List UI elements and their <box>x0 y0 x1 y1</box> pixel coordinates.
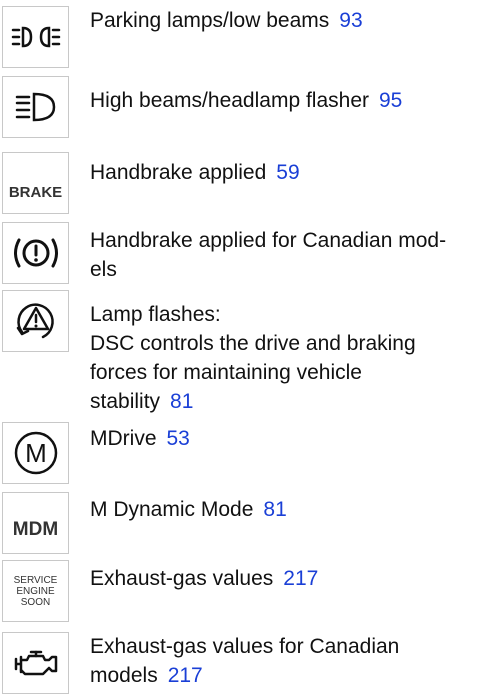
entry-text-line1: Exhaust-gas values for Canadian <box>90 635 400 658</box>
icon-text-line3: SOON <box>20 596 51 608</box>
page-link[interactable]: 53 <box>167 427 190 450</box>
entry-text: Parking lamps/low beams <box>90 9 330 32</box>
entry-text: Handbrake applied <box>90 161 267 184</box>
brake-text-icon: BRAKE <box>2 152 69 214</box>
icon-text-line1: SERVICE <box>13 574 58 586</box>
parking-lamps-icon <box>2 6 69 68</box>
entry-text-line4: stability <box>90 390 161 413</box>
page-link[interactable]: 81 <box>170 390 193 413</box>
mdm-icon-text: MDM <box>12 519 59 540</box>
page-link[interactable]: 59 <box>276 161 299 184</box>
mdrive-icon-letter: M <box>25 438 47 468</box>
brake-warning-icon <box>2 222 69 284</box>
high-beams-icon <box>2 76 69 138</box>
service-engine-soon-icon: SERVICE ENGINE SOON <box>2 560 69 622</box>
icon-text-line2: ENGINE <box>16 585 55 597</box>
entry-text-line2: models <box>90 664 158 687</box>
entry-text: M Dynamic Mode <box>90 498 254 521</box>
entry-text-line2: DSC controls the drive and braking <box>90 332 416 355</box>
check-engine-icon <box>2 632 69 694</box>
page-link[interactable]: 81 <box>263 498 286 521</box>
entry-text: High beams/headlamp flasher <box>90 89 369 112</box>
page-link[interactable]: 93 <box>339 9 362 32</box>
entry-text-line2: els <box>90 258 117 281</box>
entry-text-line3: forces for maintaining vehicle <box>90 361 362 384</box>
entry-text: MDrive <box>90 427 157 450</box>
brake-icon-text: BRAKE <box>8 183 63 201</box>
page-link[interactable]: 217 <box>168 664 203 687</box>
entry-text: Exhaust-gas values <box>90 567 274 590</box>
page-link[interactable]: 95 <box>379 89 402 112</box>
dsc-icon <box>2 290 69 352</box>
mdrive-icon: M <box>2 422 69 484</box>
entry-text-line1: Handbrake applied for Canadian mod- <box>90 229 447 252</box>
entry-text-line1: Lamp flashes: <box>90 303 221 326</box>
page-link[interactable]: 217 <box>283 567 318 590</box>
mdm-icon: MDM <box>2 492 69 554</box>
